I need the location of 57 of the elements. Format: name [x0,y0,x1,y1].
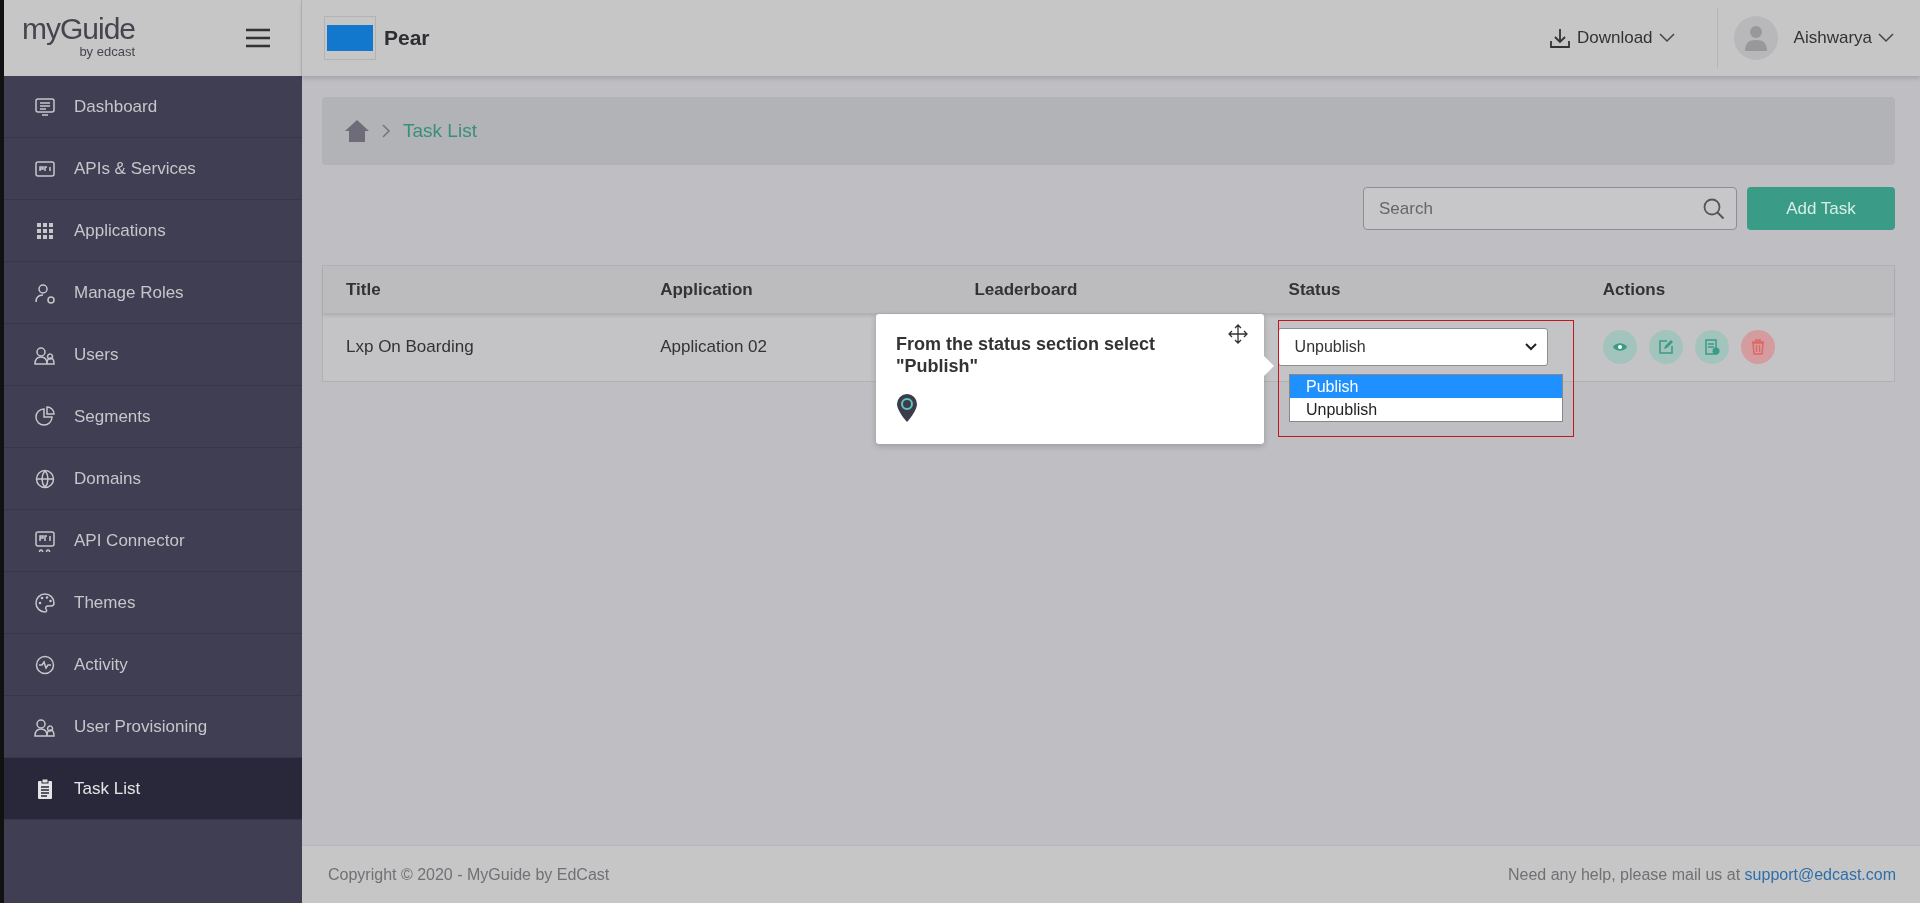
sidebar-item[interactable]: Manage Roles [4,262,302,324]
chevron-down-icon [1658,33,1675,43]
status-select[interactable]: Unpublish [1277,328,1548,366]
view-button[interactable] [1602,330,1637,364]
download-button[interactable]: Download [1542,24,1681,52]
edit-button[interactable] [1648,330,1683,364]
sidebar-item[interactable]: Dashboard [4,76,302,138]
column-header: Leaderboard [973,278,1079,301]
logo: myGuide by edcast [22,14,136,62]
chevron-down-icon [1878,33,1894,43]
map-pin-icon [896,393,918,424]
move-icon[interactable] [1228,324,1248,344]
app-name: Pear [384,25,430,52]
pulse-icon [34,653,56,676]
table-cell: Application 02 [660,337,767,357]
sidebar-item[interactable]: Domains [4,448,302,510]
sidebar-item[interactable]: Users [4,324,302,386]
tooltip-text: From the status section select "Publish" [896,334,1157,378]
api-connector-icon [34,529,56,552]
copyright-text: Copyright © 2020 - MyGuide by EdCast [328,864,610,885]
dropdown-option[interactable]: Publish [1290,375,1562,398]
app-logo [324,16,376,60]
sidebar-item[interactable]: APIs & Services [4,138,302,200]
column-header: Actions [1601,278,1667,301]
menu-icon[interactable] [245,27,271,49]
sidebar-item[interactable]: Applications [4,200,302,262]
user-menu[interactable]: Aishwarya [1787,24,1900,52]
column-header: Status [1287,278,1342,301]
globe-icon [34,467,56,490]
sidebar-item[interactable]: Segments [4,386,302,448]
search-field[interactable]: Search [1363,187,1737,230]
email-link[interactable]: support@edcast.com [1744,865,1896,883]
sidebar-item[interactable]: Themes [4,572,302,634]
column-header: Title [345,278,382,301]
chevron-right-icon [382,124,391,138]
pie-chart-icon [34,405,56,428]
breadcrumb-current: Task List [403,118,477,143]
report-button[interactable] [1694,330,1729,364]
chevron-down-icon [1524,343,1537,351]
home-icon[interactable] [344,119,370,143]
dropdown-option[interactable]: Unpublish [1290,398,1562,421]
palette-icon [34,591,56,614]
download-icon [1548,27,1571,49]
edit-icon [1657,339,1674,355]
report-icon [1703,339,1720,355]
sidebar-item[interactable]: Activity [4,634,302,696]
search-icon[interactable] [1703,198,1725,220]
help-text: Need any help, please mail us at support@edcast.com [1508,864,1896,885]
sidebar-item[interactable]: Task List [4,758,302,820]
user-gear-icon [34,281,56,304]
avatar-icon [1733,16,1778,60]
monitor-icon [34,95,56,118]
delete-icon [1749,339,1766,355]
sidebar-item[interactable]: API Connector [4,510,302,572]
column-header: Application [659,278,754,301]
delete-button[interactable] [1740,330,1775,364]
table-cell: Lxp On Boarding [346,337,474,357]
